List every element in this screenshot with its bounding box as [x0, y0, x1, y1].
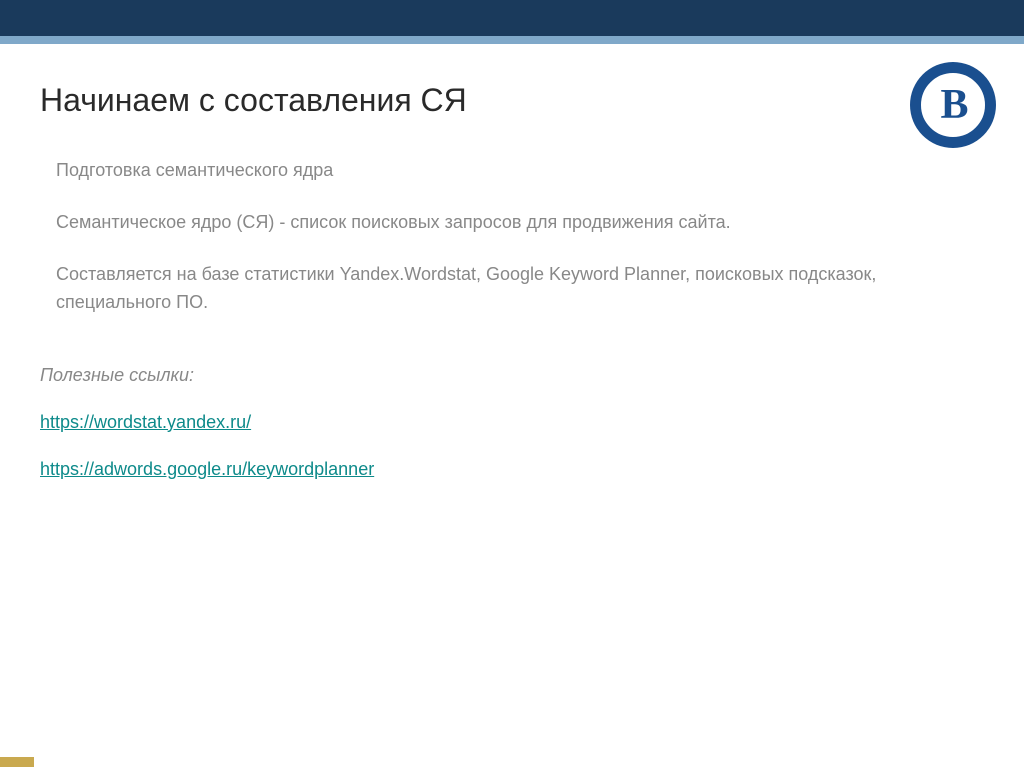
- link-keywordplanner[interactable]: https://adwords.google.ru/keywordplanner: [40, 459, 884, 480]
- header-bar-dark: [0, 0, 1024, 36]
- paragraph-1: Подготовка семантического ядра: [56, 157, 884, 185]
- footer-accent: [0, 757, 34, 767]
- slide-body: Подготовка семантического ядра Семантиче…: [56, 157, 884, 317]
- logo-inner-circle: В: [917, 69, 989, 141]
- useful-links-label: Полезные ссылки:: [40, 365, 884, 386]
- link-wordstat[interactable]: https://wordstat.yandex.ru/: [40, 412, 884, 433]
- logo-text: В: [940, 84, 965, 126]
- logo-badge: В: [910, 62, 996, 148]
- header-bar-light: [0, 36, 1024, 44]
- paragraph-2: Семантическое ядро (СЯ) - список поисков…: [56, 209, 884, 237]
- slide-content: Начинаем с составления СЯ Подготовка сем…: [40, 82, 884, 506]
- slide-title: Начинаем с составления СЯ: [40, 82, 884, 119]
- paragraph-3: Составляется на базе статистики Yandex.W…: [56, 261, 884, 317]
